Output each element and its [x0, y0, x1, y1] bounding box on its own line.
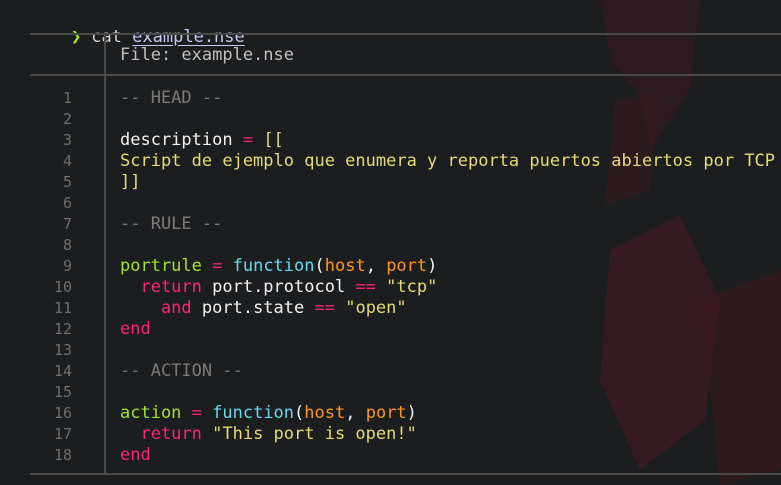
code-line: action = function(host, port) [120, 403, 775, 424]
line-number: 8 [62, 236, 72, 254]
terminal-window[interactable]: ❯ cat example.nse File: example.nse 12345… [0, 0, 781, 485]
code-token: ( [294, 403, 305, 423]
code-token: [[ [263, 130, 284, 150]
code-token: "open" [345, 298, 407, 318]
code-token: function [212, 403, 295, 423]
code-token: host [324, 256, 366, 276]
code-line: return "This port is open!" [120, 424, 775, 445]
code-token: portrule [120, 256, 202, 276]
shell-prompt: ❯ cat example.nse [30, 4, 245, 47]
line-number: 17 [53, 425, 72, 443]
code-view[interactable]: -- HEAD -- description = [[Script de ejem… [120, 88, 775, 466]
code-token: == [355, 277, 376, 297]
code-token: port [386, 256, 428, 276]
code-token: action [120, 403, 182, 423]
code-token: -- HEAD -- [120, 88, 223, 108]
code-line: description = [[ [120, 130, 775, 151]
code-line: end [120, 319, 775, 340]
file-header: File: example.nse [120, 45, 294, 65]
line-number: 3 [62, 131, 72, 149]
header-bottom-border [30, 74, 781, 76]
footer-border [30, 473, 781, 475]
code-line: portrule = function(host, port) [120, 256, 775, 277]
line-number: 2 [62, 110, 72, 128]
code-token: function [232, 256, 315, 276]
line-number: 6 [62, 194, 72, 212]
code-line: and port.state == "open" [120, 298, 775, 319]
code-token: ( [314, 256, 325, 276]
code-token: = [232, 130, 264, 150]
code-token: , [345, 403, 366, 423]
line-number: 15 [53, 383, 72, 401]
command-name: cat [91, 27, 122, 47]
code-token: port.state [191, 298, 315, 318]
line-number: 4 [62, 152, 72, 170]
line-number: 10 [53, 278, 72, 296]
line-number: 18 [53, 446, 72, 464]
code-token: return [120, 424, 202, 444]
line-number: 7 [62, 215, 72, 233]
code-token: ]] [120, 172, 141, 192]
code-line: Script de ejemplo que enumera y reporta … [120, 151, 775, 172]
code-token: = [181, 403, 213, 423]
gutter-divider [104, 76, 106, 473]
code-token: ) [406, 403, 417, 423]
line-number: 9 [62, 257, 72, 275]
code-line: end [120, 445, 775, 466]
code-token: = [201, 256, 233, 276]
code-token: Script de ejemplo que enumera y reporta … [120, 151, 776, 171]
line-number: 5 [62, 173, 72, 191]
code-token: port.protocol [201, 277, 356, 297]
code-token: end [120, 319, 151, 339]
code-token: host [304, 403, 346, 423]
code-token: and [120, 298, 192, 318]
line-number: 12 [53, 320, 72, 338]
code-line: ]] [120, 172, 775, 193]
code-token: ) [427, 256, 438, 276]
code-line: -- HEAD -- [120, 88, 775, 109]
line-number: 1 [62, 89, 72, 107]
code-token: end [120, 445, 151, 465]
gutter-divider-header [104, 35, 106, 74]
code-line: return port.protocol == "tcp" [120, 277, 775, 298]
line-number: 14 [53, 362, 72, 380]
code-line: -- RULE -- [120, 214, 775, 235]
code-line: -- ACTION -- [120, 361, 775, 382]
code-token: "tcp" [386, 277, 438, 297]
code-token: -- ACTION -- [120, 361, 243, 381]
line-number: 13 [53, 341, 72, 359]
code-token: return [120, 277, 202, 297]
code-token: == [314, 298, 335, 318]
code-token: description [120, 130, 233, 150]
code-token: , [365, 256, 387, 276]
code-token: port [365, 403, 407, 423]
line-number-gutter: 1 2 3 4 5 6 7 8 9 10 11 12 13 14 15 16 17 18 [30, 88, 72, 466]
code-token: -- RULE -- [120, 214, 223, 234]
prompt-chevron-icon: ❯ [70, 27, 82, 47]
line-number: 11 [53, 299, 72, 317]
code-token: "This port is open!" [212, 424, 417, 444]
line-number: 16 [53, 404, 72, 422]
